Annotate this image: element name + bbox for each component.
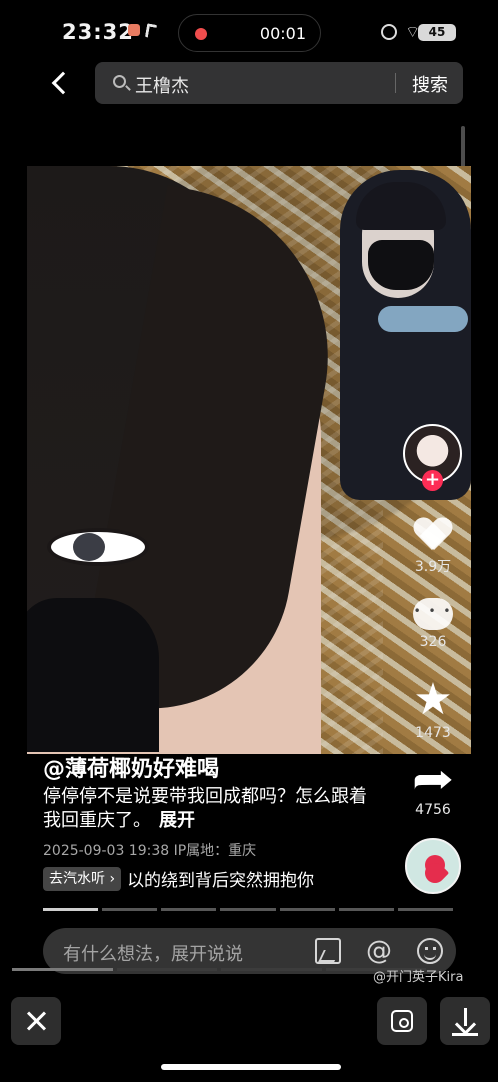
scroll-indicator[interactable] (461, 126, 465, 168)
headphones (378, 306, 468, 332)
eye (47, 528, 149, 566)
expand-caption-button[interactable]: 展开 (159, 810, 195, 831)
clock: 23:32 (62, 20, 134, 44)
comment-action[interactable]: 326 (403, 598, 463, 650)
scan-icon (391, 1010, 413, 1032)
related-row: 去汽水听 › 以的绕到背后突然拥抱你 (43, 866, 314, 891)
background-person-hair (356, 182, 446, 230)
at-icon[interactable]: @ (366, 938, 392, 964)
bottom-divider (12, 968, 426, 971)
back-icon (51, 71, 75, 95)
like-count: 3.9万 (414, 559, 452, 575)
like-action[interactable]: 3.9万 (403, 516, 463, 576)
status-bar: 23:32 00:01 ⌔ 5G 45 (0, 0, 498, 64)
close-button[interactable] (11, 997, 61, 1045)
home-indicator[interactable] (161, 1064, 341, 1070)
favorite-count: 1473 (415, 725, 451, 741)
progress-segment (279, 908, 335, 911)
search-divider (395, 73, 396, 93)
progress-bar[interactable] (43, 908, 453, 911)
favorite-action[interactable]: ★ 1473 (403, 674, 463, 742)
pupil (73, 533, 105, 561)
close-icon (26, 1011, 46, 1031)
download-icon (452, 1008, 478, 1036)
share-icon: ➦ (411, 754, 455, 803)
foreground-mask (27, 598, 159, 752)
recording-dot-icon (195, 28, 207, 40)
watermark: @开门英子Kira (373, 970, 464, 985)
related-music-text[interactable]: 以的绕到背后突然拥抱你 (127, 866, 314, 891)
follow-button[interactable]: + (422, 470, 443, 491)
heart-icon (414, 516, 452, 552)
progress-segment (43, 908, 99, 911)
status-icons-left (128, 23, 158, 39)
progress-segment (397, 908, 453, 911)
recording-timer: 00:01 (259, 24, 306, 43)
share-count: 4756 (415, 802, 451, 818)
tiktok-icon (144, 23, 158, 39)
search-input[interactable]: 王橹杰 (135, 72, 189, 98)
caption-text: 停停停不是说要带我回成都吗？怎么跟着我回重庆了。 (43, 786, 367, 831)
image-icon[interactable] (315, 938, 341, 964)
video-meta: 2025-09-03 19:38 IP属地：重庆 (43, 843, 257, 859)
author-name[interactable]: @薄荷椰奶好难喝 (43, 751, 219, 783)
progress-segment (338, 908, 394, 911)
progress-segment (220, 908, 276, 911)
emoji-icon[interactable] (417, 938, 443, 964)
mute-icon (381, 24, 398, 40)
comment-placeholder[interactable]: 有什么想法，展开说说 (63, 940, 243, 966)
progress-segment (161, 908, 217, 911)
app-notification-icon (128, 24, 140, 36)
related-tag[interactable]: 去汽水听 › (43, 866, 122, 891)
screen-recording-pill: 00:01 (178, 14, 321, 52)
search-button[interactable]: 搜索 (412, 71, 448, 97)
star-icon: ★ (413, 674, 453, 725)
progress-segment (102, 908, 158, 911)
music-disc-icon[interactable] (405, 838, 461, 894)
related-tag-label: 去汽水听 (49, 870, 105, 887)
battery-icon: 45 (418, 24, 456, 41)
comment-count: 326 (419, 634, 447, 650)
scan-button[interactable] (377, 997, 427, 1045)
comment-icon (413, 598, 453, 630)
search-icon (113, 75, 126, 88)
share-action[interactable]: ➦ 4756 (403, 758, 463, 819)
back-button[interactable] (46, 66, 75, 100)
video-caption: 停停停不是说要带我回成都吗？怎么跟着我回重庆了。 展开 (43, 785, 383, 833)
download-button[interactable] (440, 997, 490, 1045)
search-box[interactable]: 王橹杰 搜索 (95, 62, 463, 104)
background-person-mask (368, 240, 434, 290)
